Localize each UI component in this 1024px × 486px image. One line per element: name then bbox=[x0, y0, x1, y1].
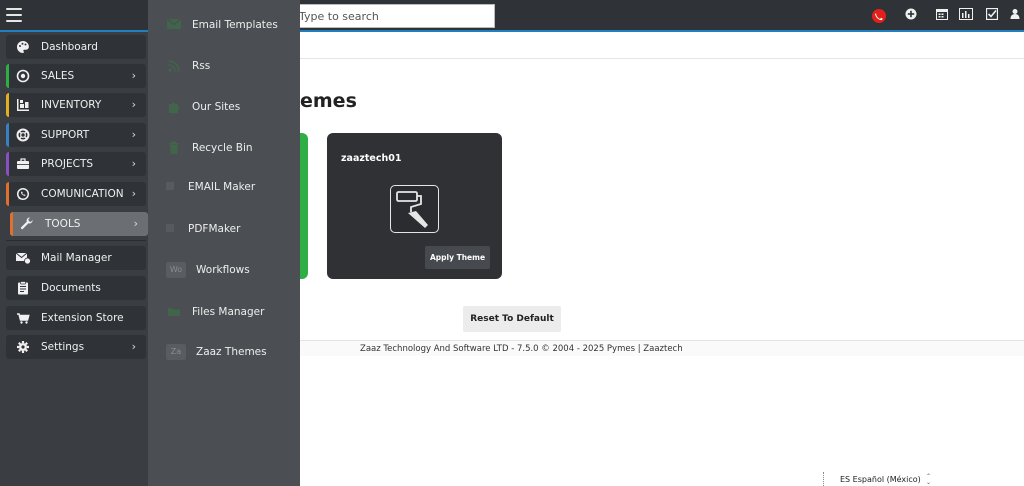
flyout-item-label: PDFMaker bbox=[188, 223, 241, 235]
flyout-item-label: Files Manager bbox=[192, 306, 265, 318]
reset-to-default-button[interactable]: Reset To Default bbox=[463, 306, 561, 332]
theme-name: zaaztech01 bbox=[341, 153, 402, 164]
flyout-item-pdfmaker[interactable]: PDFMaker bbox=[166, 218, 300, 240]
theme-card-active[interactable] bbox=[300, 133, 308, 279]
puzzle-icon bbox=[166, 100, 182, 114]
apply-theme-button[interactable]: Apply Theme bbox=[425, 246, 490, 269]
chevron-right-icon: › bbox=[131, 157, 136, 170]
search-input[interactable] bbox=[290, 4, 495, 28]
sidebar-item-label: COMUNICATION bbox=[41, 188, 124, 200]
target-icon bbox=[15, 69, 31, 83]
checkbox-icon[interactable] bbox=[985, 7, 999, 22]
chevron-right-icon: › bbox=[131, 128, 136, 141]
email-icon bbox=[166, 18, 182, 32]
language-selector[interactable]: ES Español (México) bbox=[840, 475, 921, 484]
flyout-item-label: Zaaz Themes bbox=[196, 346, 267, 358]
sidebar: Dashboard SALES › INVENTORY › SUPPORT › … bbox=[0, 32, 148, 486]
email-maker-icon bbox=[166, 180, 174, 194]
sidebar-item-label: SALES bbox=[41, 70, 75, 82]
user-icon[interactable] bbox=[1008, 8, 1022, 22]
files-icon bbox=[166, 305, 182, 319]
gear-icon bbox=[15, 340, 31, 354]
sidebar-item-dashboard[interactable]: Dashboard bbox=[6, 35, 146, 59]
flyout-item-email-maker[interactable]: EMAIL Maker bbox=[166, 176, 300, 198]
flyout-item-label: Email Templates bbox=[192, 19, 278, 31]
palette-icon bbox=[15, 40, 31, 54]
flyout-item-email-templates[interactable]: Email Templates bbox=[166, 14, 300, 36]
document-icon bbox=[15, 281, 31, 295]
sidebar-item-label: TOOLS bbox=[45, 218, 81, 230]
flyout-item-workflows[interactable]: Wo Workflows bbox=[166, 259, 300, 281]
sidebar-item-label: Dashboard bbox=[41, 41, 98, 53]
flyout-item-zaaz-themes[interactable]: Za Zaaz Themes bbox=[166, 341, 300, 363]
sidebar-item-label: Extension Store bbox=[41, 312, 124, 324]
sidebar-item-projects[interactable]: PROJECTS › bbox=[6, 152, 146, 176]
language-divider bbox=[823, 472, 824, 486]
sidebar-item-label: Mail Manager bbox=[41, 252, 112, 264]
flyout-item-label: EMAIL Maker bbox=[188, 181, 256, 193]
page-title: emes bbox=[300, 90, 357, 112]
wrench-icon bbox=[19, 217, 35, 231]
footer: Zaaz Technology And Software LTD - 7.5.0… bbox=[300, 340, 1024, 356]
flyout-item-label: Recycle Bin bbox=[192, 142, 253, 154]
sidebar-item-sales[interactable]: SALES › bbox=[6, 64, 146, 88]
chart-icon[interactable] bbox=[959, 8, 973, 22]
trash-icon bbox=[166, 141, 182, 155]
tools-flyout-menu: Email Templates Rss Our Sites Recycle Bi… bbox=[148, 0, 300, 486]
phone-icon[interactable] bbox=[872, 9, 886, 23]
flyout-item-files-manager[interactable]: Files Manager bbox=[166, 301, 300, 323]
theme-card: zaaztech01 Apply Theme bbox=[327, 133, 502, 279]
chevron-right-icon: › bbox=[131, 340, 136, 353]
sidebar-item-documents[interactable]: Documents bbox=[6, 276, 146, 300]
menu-icon[interactable] bbox=[6, 8, 22, 22]
sidebar-item-label: Settings bbox=[41, 341, 85, 353]
cart-icon bbox=[15, 311, 31, 325]
flyout-item-label: Workflows bbox=[196, 264, 250, 276]
sidebar-item-settings[interactable]: Settings › bbox=[6, 335, 146, 359]
chevron-right-icon: › bbox=[133, 217, 138, 230]
zaaz-themes-icon: Za bbox=[166, 344, 186, 360]
calendar-icon[interactable] bbox=[935, 8, 949, 22]
sidebar-item-label: PROJECTS bbox=[41, 158, 94, 170]
sidebar-divider bbox=[6, 240, 146, 241]
pdf-icon bbox=[166, 222, 174, 236]
mail-icon bbox=[15, 251, 31, 265]
flyout-item-recycle-bin[interactable]: Recycle Bin bbox=[166, 137, 300, 159]
chevron-right-icon: › bbox=[131, 187, 136, 200]
sidebar-item-label: INVENTORY bbox=[41, 99, 102, 111]
briefcase-icon bbox=[15, 157, 31, 171]
paint-roller-icon bbox=[390, 185, 439, 233]
sidebar-item-mail-manager[interactable]: Mail Manager bbox=[6, 246, 146, 270]
language-toggle-icon[interactable]: ⌃ ⌄ bbox=[926, 474, 931, 486]
sidebar-item-support[interactable]: SUPPORT › bbox=[6, 123, 146, 147]
sidebar-item-inventory[interactable]: INVENTORY › bbox=[6, 93, 146, 117]
rss-icon bbox=[166, 59, 182, 73]
chevron-right-icon: › bbox=[131, 69, 136, 82]
inventory-icon bbox=[15, 98, 31, 112]
sidebar-item-comunication[interactable]: COMUNICATION › bbox=[6, 182, 146, 206]
sidebar-item-label: SUPPORT bbox=[41, 129, 90, 141]
plus-circle-icon[interactable] bbox=[904, 8, 918, 22]
flyout-item-rss[interactable]: Rss bbox=[166, 55, 300, 77]
sidebar-item-tools[interactable]: TOOLS › bbox=[10, 212, 148, 236]
whatsapp-icon bbox=[15, 187, 31, 201]
workflows-icon: Wo bbox=[166, 262, 186, 278]
footer-text: Zaaz Technology And Software LTD - 7.5.0… bbox=[360, 344, 683, 354]
flyout-item-our-sites[interactable]: Our Sites bbox=[166, 96, 300, 118]
sidebar-item-label: Documents bbox=[41, 282, 101, 294]
chevron-right-icon: › bbox=[131, 98, 136, 111]
lifebuoy-icon bbox=[15, 128, 31, 142]
sub-header bbox=[300, 34, 1024, 59]
sidebar-item-extension-store[interactable]: Extension Store bbox=[6, 306, 146, 330]
flyout-item-label: Rss bbox=[192, 60, 211, 72]
flyout-item-label: Our Sites bbox=[192, 101, 241, 113]
